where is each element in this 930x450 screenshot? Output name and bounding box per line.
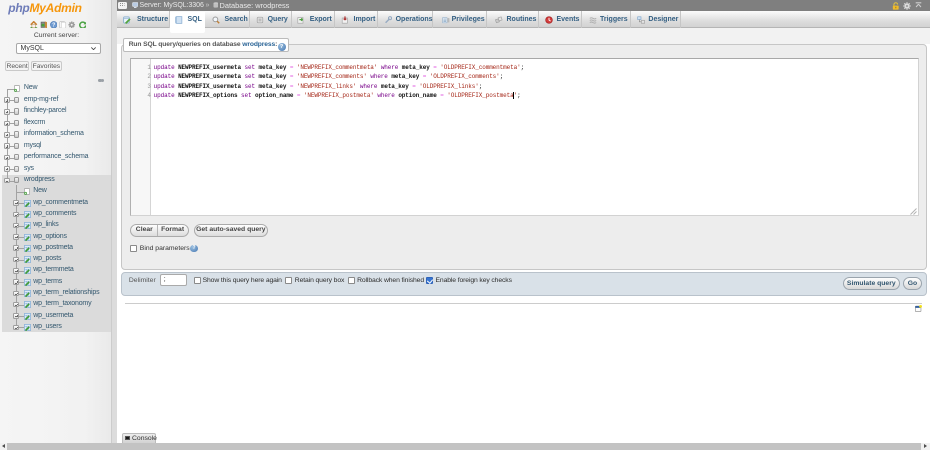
svg-text:?: ? bbox=[52, 22, 55, 28]
